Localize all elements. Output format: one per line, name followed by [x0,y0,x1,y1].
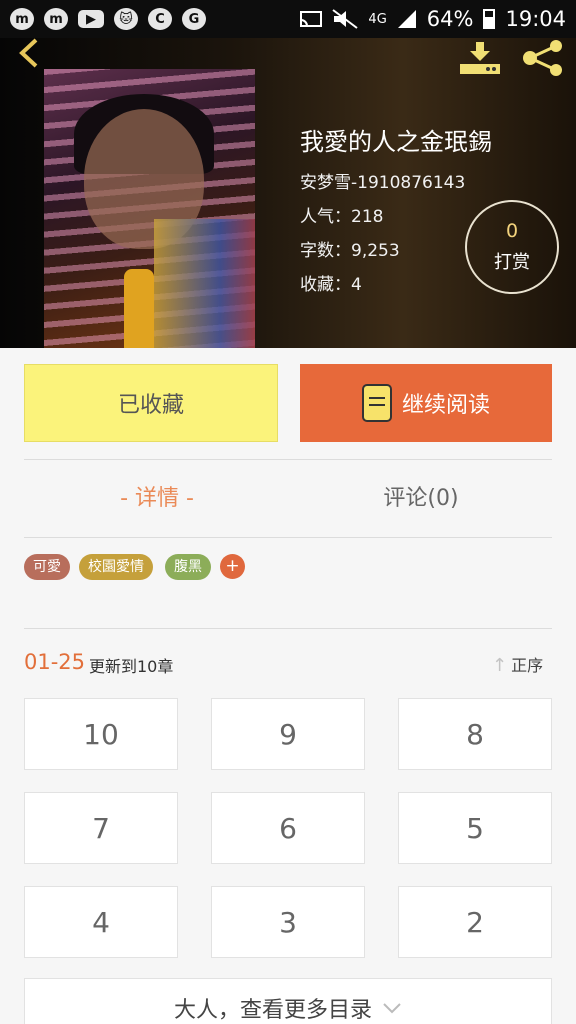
chapter-button[interactable]: 9 [211,698,365,770]
signal-icon [397,10,416,28]
app-m-icon: m [10,8,34,30]
chapter-range[interactable]: 01-25 [24,650,85,674]
clock: 19:04 [505,7,566,31]
tab-details[interactable]: - 详情 - [32,480,282,520]
divider [24,537,552,538]
book-title: 我愛的人之金珉錫 [300,128,492,156]
reward-count: 0 [505,220,519,242]
network-type: 4G [368,11,387,27]
add-tag-button[interactable]: + [220,554,245,579]
cast-icon [300,11,323,27]
collected-button[interactable]: 已收藏 [24,364,278,442]
battery-icon [483,9,496,29]
divider [24,628,552,629]
sort-arrow-icon: ↑ [492,655,508,676]
book-author: 安梦雪-1910876143 [300,173,466,193]
chapter-button[interactable]: 6 [211,792,365,864]
tag-item[interactable]: 可愛 [24,554,70,580]
more-chapters-label: 大人，查看更多目录 [173,998,372,1023]
mute-icon [332,9,359,29]
book-word-count: 字数：9,253 [300,241,400,261]
chapter-button[interactable]: 3 [211,886,365,958]
divider [24,459,552,460]
share-icon [523,40,562,76]
c-app-icon: C [148,8,172,30]
back-button[interactable] [14,38,48,72]
chapter-button[interactable]: 4 [24,886,178,958]
sort-order-button[interactable]: ↑ 正序 [492,652,543,676]
continue-reading-button[interactable]: 继续阅读 [300,364,552,442]
book-header: 我愛的人之金珉錫 安梦雪-1910876143 人气：218 字数：9,253 … [0,38,576,348]
download-icon [460,42,500,74]
app-m-icon: m [44,8,68,30]
share-button[interactable] [520,40,566,76]
chrome-icon: G [182,8,206,30]
chapter-button[interactable]: 8 [398,698,552,770]
book-popularity: 人气：218 [300,207,384,227]
tag-item[interactable]: 腹黑 [165,554,211,580]
system-status: 4G 64% 19:04 [300,7,566,31]
chapter-button[interactable]: 7 [24,792,178,864]
continue-reading-label: 继续阅读 [401,393,490,418]
more-chapters-button[interactable]: 大人，查看更多目录 [24,978,552,1024]
book-cover [44,69,255,348]
book-icon [361,384,392,422]
battery-percent: 64% [426,7,474,31]
download-button[interactable] [458,42,502,76]
update-status: 更新到10章 [89,657,174,676]
back-icon [19,38,38,68]
collected-label: 已收藏 [117,393,184,418]
status-bar: m m ▶ 🐱 C G 4G 64% 19:04 [0,0,576,38]
tag-item[interactable]: 校園愛情 [79,554,153,580]
sort-order-label: 正序 [511,656,544,675]
reward-label: 打赏 [494,252,530,273]
notification-icons: m m ▶ 🐱 C G [10,8,206,30]
cat-app-icon: 🐱 [114,8,138,30]
tab-comments[interactable]: 评论(0) [296,480,546,520]
youtube-icon: ▶ [78,10,104,28]
reward-button[interactable]: 0 打赏 [465,200,559,294]
book-favorites: 收藏：4 [300,275,362,295]
chapter-button[interactable]: 5 [398,792,552,864]
chapter-button[interactable]: 2 [398,886,552,958]
chapter-button[interactable]: 10 [24,698,178,770]
chevron-down-icon [383,1003,401,1014]
